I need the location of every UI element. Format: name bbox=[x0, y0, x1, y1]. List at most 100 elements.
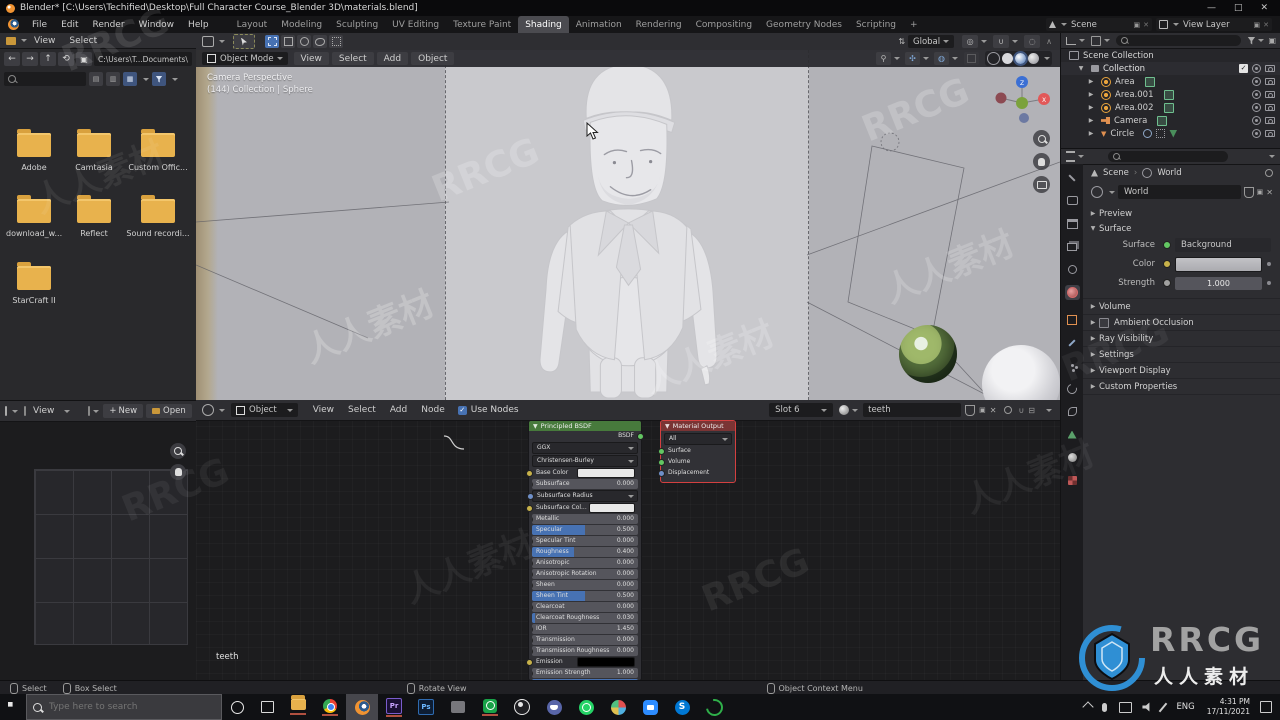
discord-icon[interactable] bbox=[538, 699, 570, 715]
magnet-snap-icon[interactable]: ∪ bbox=[993, 35, 1010, 48]
distribution-dropdown[interactable]: GGX bbox=[532, 442, 638, 454]
tab-material[interactable] bbox=[1065, 450, 1080, 465]
new-folder-button[interactable]: ▣ bbox=[76, 52, 92, 66]
gizmo-toggle-icon[interactable]: ✣ bbox=[905, 52, 920, 65]
breadcrumb-world[interactable]: World bbox=[1157, 168, 1181, 178]
minimize-button[interactable]: — bbox=[1207, 3, 1216, 13]
node-pin-icon[interactable] bbox=[1004, 406, 1013, 414]
panel-ambient-occlusion[interactable]: ▶ Ambient Occlusion bbox=[1083, 314, 1280, 330]
outliner-row-scene-collection[interactable]: Scene Collection bbox=[1061, 49, 1280, 62]
cortana-icon[interactable] bbox=[222, 700, 252, 714]
animate-dot-icon[interactable] bbox=[1267, 262, 1271, 266]
viewport-zoom-icon[interactable] bbox=[1033, 130, 1050, 147]
filter-icon[interactable] bbox=[152, 72, 166, 86]
new-image-button[interactable]: + New bbox=[103, 404, 144, 418]
viewport-pan-icon[interactable] bbox=[1033, 153, 1050, 170]
animate-dot-icon[interactable] bbox=[1267, 281, 1271, 285]
display-horizontal-list-icon[interactable]: ▥ bbox=[106, 72, 120, 86]
input-anisotropic[interactable]: Anisotropic 0.000 bbox=[532, 558, 638, 568]
nav-up-button[interactable]: ↑ bbox=[40, 52, 56, 66]
select-mode-lasso-icon[interactable] bbox=[313, 35, 327, 48]
input-subsurface-radius[interactable]: Subsurface Radius bbox=[527, 490, 638, 502]
tool-editor-type-icon[interactable] bbox=[202, 36, 214, 47]
tab-physics[interactable] bbox=[1065, 381, 1080, 396]
scene-selector[interactable]: Scene ▣ ✕ bbox=[1046, 18, 1152, 31]
snap-target-icon[interactable]: ◎ bbox=[962, 35, 979, 48]
pen-icon[interactable] bbox=[1159, 702, 1168, 712]
shading-solid-icon[interactable] bbox=[1002, 53, 1013, 64]
shader-type-dropdown[interactable]: Object bbox=[231, 403, 298, 417]
blender-taskbar-icon[interactable] bbox=[346, 694, 378, 720]
viewport-camera-icon[interactable] bbox=[1033, 176, 1050, 193]
file-browser-editor-type-icon[interactable] bbox=[6, 36, 16, 45]
action-center-icon[interactable] bbox=[1260, 701, 1272, 713]
properties-editor-type-icon[interactable] bbox=[1066, 151, 1075, 162]
input-emission[interactable]: Emission bbox=[526, 657, 638, 667]
taskbar-search-box[interactable] bbox=[26, 694, 222, 720]
shader-menu-select[interactable]: Select bbox=[341, 400, 383, 420]
shader-editor-type-icon[interactable] bbox=[202, 404, 214, 416]
tab-scene[interactable] bbox=[1065, 262, 1080, 277]
base-color-swatch[interactable] bbox=[577, 468, 635, 478]
image-editor-type-icon[interactable] bbox=[5, 406, 7, 416]
premiere-pro-icon[interactable]: Pr bbox=[378, 697, 410, 717]
hide-eye-icon[interactable] bbox=[1252, 77, 1261, 86]
panel-surface[interactable]: ▼ Surface bbox=[1083, 221, 1280, 236]
tab-layout[interactable]: Layout bbox=[230, 16, 275, 33]
ao-checkbox[interactable] bbox=[1099, 317, 1109, 328]
folder-item[interactable]: Adobe bbox=[6, 129, 62, 172]
material-name-field[interactable]: teeth bbox=[863, 403, 962, 417]
tab-shading[interactable]: Shading bbox=[518, 16, 569, 33]
image-browse-icon[interactable] bbox=[88, 406, 91, 416]
open-image-button[interactable]: Open bbox=[146, 404, 192, 418]
strength-slider[interactable]: 1.000 bbox=[1175, 276, 1262, 290]
folder-item[interactable]: Sound recordi... bbox=[126, 195, 190, 238]
menu-file[interactable]: File bbox=[25, 16, 54, 33]
tab-geometry-nodes[interactable]: Geometry Nodes bbox=[759, 16, 849, 33]
panel-viewport-display[interactable]: ▶ Viewport Display bbox=[1083, 362, 1280, 378]
navigation-gizmo[interactable]: Z X bbox=[994, 72, 1054, 132]
view-layer-selector[interactable]: View Layer ▣ ✕ bbox=[1156, 18, 1272, 31]
panel-volume[interactable]: ▶ Volume bbox=[1083, 298, 1280, 314]
camtasia-icon[interactable] bbox=[474, 698, 506, 716]
output-input-surface[interactable]: Surface bbox=[658, 446, 732, 456]
tab-texture-paint[interactable]: Texture Paint bbox=[446, 16, 518, 33]
bsdf-node-header[interactable]: ▼ Principled BSDF bbox=[529, 421, 641, 431]
input-roughness[interactable]: Roughness 0.400 bbox=[532, 547, 638, 557]
tab-animation[interactable]: Animation bbox=[569, 16, 629, 33]
collection-checkbox[interactable]: ✓ bbox=[1239, 64, 1248, 73]
remove-view-layer-icon[interactable]: ✕ bbox=[1263, 21, 1269, 29]
input-subsurface-color[interactable]: Subsurface Col... bbox=[526, 503, 638, 513]
new-collection-icon[interactable]: ▣ bbox=[1268, 36, 1276, 45]
output-input-volume[interactable]: Volume bbox=[658, 457, 732, 467]
shader-menu-view[interactable]: View bbox=[306, 400, 341, 420]
file-path-field[interactable]: C:\Users\T...Documents\ bbox=[94, 52, 192, 66]
network-icon[interactable] bbox=[1119, 701, 1133, 713]
world-color-swatch[interactable] bbox=[1175, 256, 1262, 272]
viewport-menu-select[interactable]: Select bbox=[331, 52, 374, 65]
world-name-field[interactable]: World bbox=[1118, 185, 1241, 199]
sync-icon[interactable] bbox=[698, 695, 730, 719]
menu-render[interactable]: Render bbox=[86, 16, 132, 33]
world-datablock-icon[interactable] bbox=[1091, 186, 1103, 198]
shader-menu-node[interactable]: Node bbox=[414, 400, 452, 420]
tab-render[interactable] bbox=[1065, 193, 1080, 208]
hide-eye-icon[interactable] bbox=[1252, 64, 1261, 73]
nav-back-button[interactable]: ← bbox=[4, 52, 20, 66]
start-button[interactable] bbox=[0, 694, 26, 720]
tab-object[interactable] bbox=[1065, 312, 1080, 327]
tab-world[interactable] bbox=[1064, 285, 1080, 300]
volume-icon[interactable] bbox=[1142, 702, 1150, 712]
pan-hand-icon[interactable] bbox=[170, 464, 186, 480]
overlap-icon[interactable]: ⊟ bbox=[1028, 406, 1035, 415]
chrome-icon[interactable] bbox=[314, 698, 346, 716]
panel-preview[interactable]: ▶ Preview bbox=[1083, 206, 1280, 221]
tab-uv-editing[interactable]: UV Editing bbox=[385, 16, 446, 33]
tab-texture[interactable] bbox=[1065, 473, 1080, 488]
character-model[interactable] bbox=[526, 58, 731, 400]
unlink-datablock-icon[interactable]: ✕ bbox=[1266, 188, 1273, 197]
folder-item[interactable]: Custom Offic... bbox=[126, 129, 190, 172]
taskbar-search-input[interactable] bbox=[47, 701, 201, 713]
use-nodes-checkbox[interactable]: ✓ bbox=[457, 405, 467, 415]
properties-search-input[interactable] bbox=[1108, 151, 1228, 162]
